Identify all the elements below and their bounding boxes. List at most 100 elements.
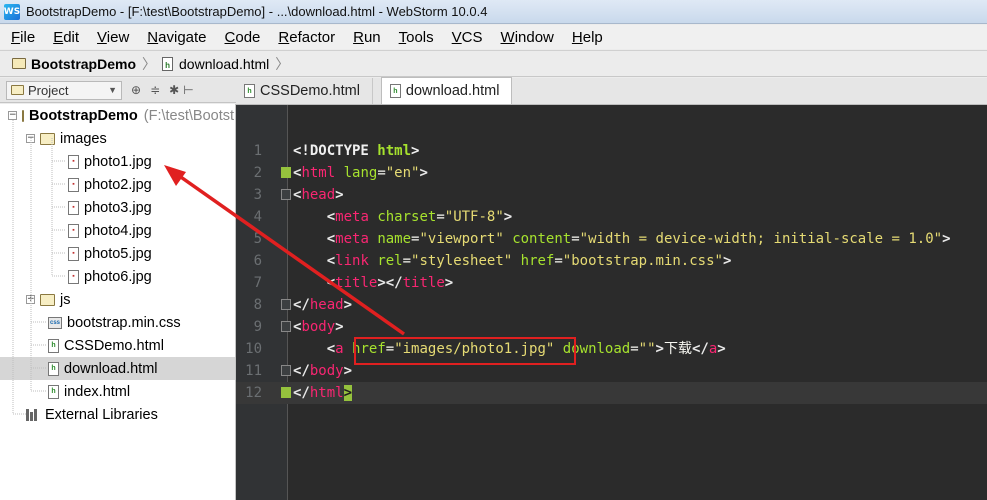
tree-item-file[interactable]: ▪ photo5.jpg	[0, 242, 235, 265]
menu-refactor[interactable]: Refactor	[275, 29, 338, 46]
menu-view[interactable]: View	[94, 29, 132, 46]
tab-cssdemo-html[interactable]: h CSSDemo.html	[236, 78, 373, 104]
breadcrumb-separator-icon: 〉	[275, 55, 290, 72]
project-tree: − BootstrapDemo (F:\test\BootstrapDemo) …	[0, 104, 236, 500]
code-line[interactable]: 4 <meta charset="UTF-8">	[236, 206, 987, 228]
breadcrumb-project[interactable]: BootstrapDemo	[12, 56, 136, 72]
window-title-bar: WS BootstrapDemo - [F:\test\BootstrapDem…	[0, 0, 987, 24]
tree-item-file[interactable]: h index.html	[0, 380, 235, 403]
menu-edit[interactable]: Edit	[50, 29, 82, 46]
tab-download-html[interactable]: h download.html	[380, 77, 513, 104]
code-line[interactable]: 1 <!DOCTYPE html>	[236, 140, 987, 162]
project-view-label: Project	[28, 82, 69, 98]
window-title: BootstrapDemo - [F:\test\BootstrapDemo] …	[26, 4, 488, 19]
code-editor[interactable]: 1 <!DOCTYPE html> 2 <html lang="en"> 3 <head>…	[236, 105, 987, 500]
html-file-icon: h	[48, 361, 59, 376]
tree-item-label: photo5.jpg	[84, 245, 152, 262]
tree-item-label: download.html	[64, 360, 158, 377]
menu-tools[interactable]: Tools	[396, 29, 437, 46]
tree-item-label: CSSDemo.html	[64, 337, 164, 354]
code-line[interactable]: 11 </body>	[236, 360, 987, 382]
code-text: <title></title>	[326, 275, 454, 291]
css-file-icon: css	[48, 316, 62, 329]
line-number: 7	[253, 275, 262, 291]
tree-item-external-libraries[interactable]: External Libraries	[0, 403, 235, 426]
annotation-highlight-box	[354, 337, 576, 365]
code-line[interactable]: 9 <body>	[236, 316, 987, 338]
tree-root-item[interactable]: − BootstrapDemo (F:\test\BootstrapDemo)	[0, 104, 235, 127]
fold-marker-icon[interactable]	[281, 299, 291, 310]
tree-item-file[interactable]: ▪ photo4.jpg	[0, 219, 235, 242]
breadcrumb-separator-icon: 〉	[142, 55, 157, 72]
collapse-all-icon[interactable]: ≑	[150, 83, 160, 97]
html-file-icon: h	[48, 384, 59, 399]
code-line[interactable]: 2 <html lang="en">	[236, 162, 987, 184]
webstorm-app-icon: WS	[4, 3, 20, 20]
tree-item-label: photo4.jpg	[84, 222, 152, 239]
tree-item-label: images	[60, 130, 107, 147]
pin-icon[interactable]: ⊢	[183, 83, 193, 97]
tree-item-images[interactable]: − images	[0, 127, 235, 150]
menu-navigate[interactable]: Navigate	[144, 29, 209, 46]
tree-item-file[interactable]: ▪ photo1.jpg	[0, 150, 235, 173]
html-file-icon: h	[244, 84, 255, 98]
breadcrumb: BootstrapDemo 〉 h download.html 〉	[0, 50, 987, 77]
menu-vcs[interactable]: VCS	[449, 29, 486, 46]
html-file-icon: h	[48, 338, 59, 353]
target-icon[interactable]: ⊕	[131, 83, 141, 97]
image-file-icon: ▪	[68, 154, 79, 169]
fold-marker-icon[interactable]	[281, 365, 291, 376]
project-icon	[11, 85, 24, 95]
code-line[interactable]: 5 <meta name="viewport" content="width =…	[236, 228, 987, 250]
fold-marker-icon[interactable]	[281, 387, 291, 398]
fold-marker-icon[interactable]	[281, 189, 291, 200]
fold-marker-icon[interactable]	[281, 321, 291, 332]
code-line[interactable]: 6 <link rel="stylesheet" href="bootstrap…	[236, 250, 987, 272]
tree-item-file[interactable]: ▪ photo2.jpg	[0, 173, 235, 196]
project-view-dropdown[interactable]: Project ▼	[6, 80, 122, 100]
code-text: </html>	[293, 385, 353, 401]
breadcrumb-file[interactable]: h download.html	[162, 56, 269, 72]
tree-item-file[interactable]: css bootstrap.min.css	[0, 311, 235, 334]
line-number: 5	[253, 231, 262, 247]
code-text: <html lang="en">	[293, 165, 428, 181]
menu-run[interactable]: Run	[350, 29, 384, 46]
collapse-icon[interactable]: −	[8, 111, 17, 120]
menu-help[interactable]: Help	[569, 29, 606, 46]
tree-item-file[interactable]: h CSSDemo.html	[0, 334, 235, 357]
tree-item-label: photo1.jpg	[84, 153, 152, 170]
code-line[interactable]: 7 <title></title>	[236, 272, 987, 294]
tree-item-file-selected[interactable]: h download.html	[0, 357, 235, 380]
code-text: <link rel="stylesheet" href="bootstrap.m…	[326, 253, 732, 269]
collapse-icon[interactable]: −	[26, 134, 35, 143]
fold-marker-icon[interactable]	[281, 167, 291, 178]
line-number: 2	[253, 165, 262, 181]
code-text: </head>	[293, 297, 353, 313]
code-line[interactable]: 12 </html>	[236, 382, 987, 404]
code-text: <body>	[293, 319, 344, 335]
code-line[interactable]: 3 <head>	[236, 184, 987, 206]
tree-item-file[interactable]: ▪ photo3.jpg	[0, 196, 235, 219]
folder-icon	[12, 58, 26, 69]
line-number: 8	[253, 297, 262, 313]
line-number: 9	[253, 319, 262, 335]
menu-file[interactable]: File	[8, 29, 38, 46]
code-line[interactable]: 10 <a href="images/photo1.jpg" download=…	[236, 338, 987, 360]
tab-label: CSSDemo.html	[260, 83, 360, 99]
tree-item-js[interactable]: + js	[0, 288, 235, 311]
code-text: <meta name="viewport" content="width = d…	[326, 231, 951, 247]
line-number: 10	[245, 341, 262, 357]
menu-code[interactable]: Code	[222, 29, 264, 46]
gear-icon[interactable]: ✱	[169, 83, 179, 97]
menu-window[interactable]: Window	[498, 29, 557, 46]
html-file-icon: h	[389, 84, 401, 98]
folder-icon	[40, 132, 55, 145]
tree-item-label: External Libraries	[45, 406, 158, 423]
code-line[interactable]: 8 </head>	[236, 294, 987, 316]
line-number: 1	[253, 143, 262, 159]
expand-icon[interactable]: +	[26, 295, 35, 304]
tree-root-path: (F:\test\BootstrapDemo)	[143, 107, 235, 124]
tree-item-label: js	[60, 291, 71, 308]
editor-tab-bar: h CSSDemo.html h download.html	[236, 77, 987, 105]
tree-item-file[interactable]: ▪ photo6.jpg	[0, 265, 235, 288]
